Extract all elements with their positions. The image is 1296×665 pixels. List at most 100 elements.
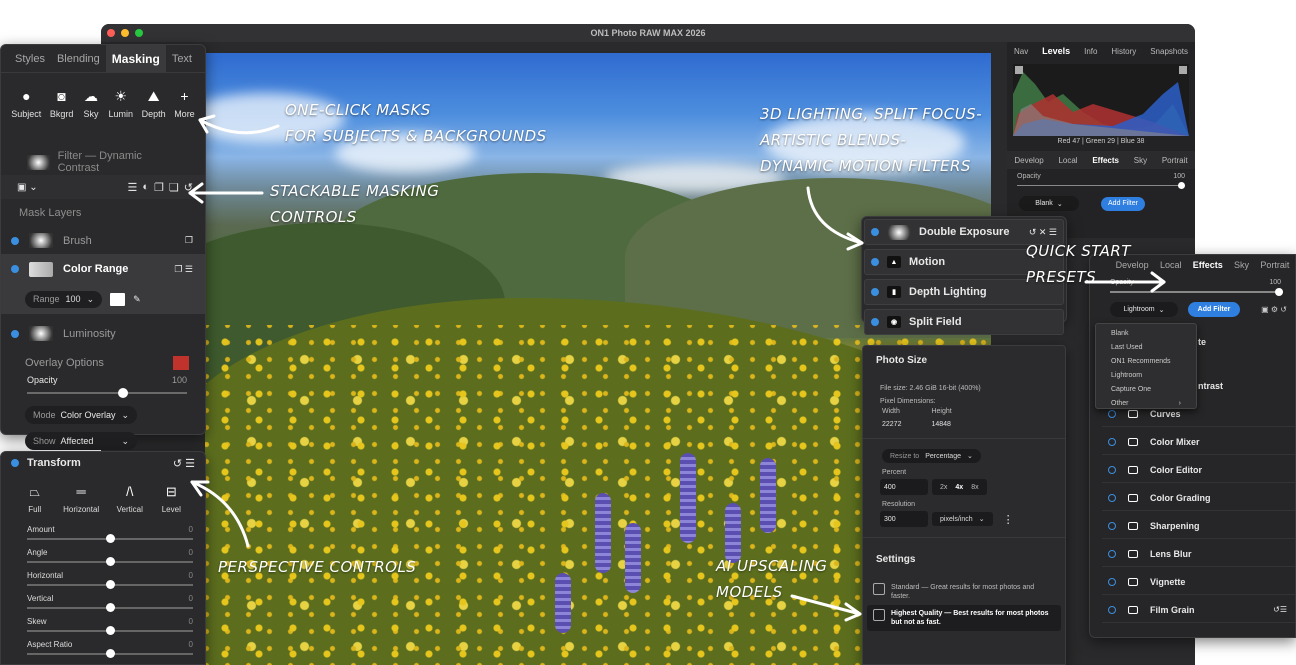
slider-knob[interactable]: [106, 649, 115, 658]
filter-toggle[interactable]: [1108, 493, 1116, 502]
shadow-clip-icon[interactable]: [1015, 66, 1023, 74]
filter-toggle[interactable]: [1108, 577, 1116, 586]
opacity-slider[interactable]: [1110, 288, 1283, 296]
tab-text[interactable]: Text: [166, 45, 198, 73]
scale-4x[interactable]: 4x: [955, 484, 963, 491]
slider-knob[interactable]: [1178, 182, 1185, 189]
paste-icon[interactable]: ❏: [169, 181, 179, 194]
range-select[interactable]: Range 100 ⌄: [25, 290, 103, 308]
filter-item-sharpening[interactable]: Sharpening: [1102, 513, 1295, 539]
opacity-slider[interactable]: [1017, 182, 1185, 190]
transform-full-button[interactable]: ⏢ Full: [24, 484, 46, 514]
mask-layer-brush[interactable]: Brush ❐: [1, 227, 205, 254]
highlight-clip-icon[interactable]: [1179, 66, 1187, 74]
reset-icon[interactable]: ↺ ☰: [173, 457, 195, 470]
percent-input[interactable]: 400: [880, 479, 928, 495]
transform-level-button[interactable]: ⊟ Level: [160, 484, 182, 514]
layer-options-icon[interactable]: ❐ ☰: [174, 264, 193, 275]
menu-item-on1-recommends[interactable]: ON1 Recommends: [1096, 355, 1196, 369]
standard-quality-option[interactable]: Standard — Great results for most photos…: [867, 579, 1061, 605]
preset-select[interactable]: Blank ⌄: [1019, 196, 1079, 211]
slider-knob[interactable]: [1275, 288, 1283, 296]
reset-icon[interactable]: ↺: [184, 181, 193, 194]
layer-visibility-toggle[interactable]: [11, 236, 19, 245]
param-slider[interactable]: [27, 603, 193, 612]
filter-toggle[interactable]: [1108, 605, 1116, 614]
tab-blending[interactable]: Blending: [51, 45, 106, 73]
copy-icon[interactable]: ❐: [154, 181, 164, 194]
filter-toggle[interactable]: [1108, 465, 1116, 474]
scale-2x[interactable]: 2x: [940, 484, 947, 491]
mask-layer-color-range[interactable]: Color Range ❐ ☰: [1, 254, 205, 284]
tab-info[interactable]: Info: [1084, 47, 1097, 56]
mask-view-select[interactable]: ▣ ⌄: [17, 182, 38, 193]
scale-8x[interactable]: 8x: [971, 484, 978, 491]
sky-mask-button[interactable]: ☁ Sky: [82, 87, 100, 145]
tab-sky[interactable]: Sky: [1234, 260, 1249, 270]
tab-portrait[interactable]: Portrait: [1260, 260, 1289, 270]
transform-horizontal-button[interactable]: ═ Horizontal: [63, 484, 99, 514]
slider-knob[interactable]: [106, 603, 115, 612]
param-slider[interactable]: [27, 534, 193, 543]
invert-icon[interactable]: ◐: [142, 181, 149, 194]
tab-local[interactable]: Local: [1058, 156, 1077, 165]
filter-toggle[interactable]: [871, 288, 879, 296]
filter-split-field[interactable]: ◉ Split Field: [864, 309, 1064, 335]
tab-snapshots[interactable]: Snapshots: [1150, 47, 1188, 56]
layer-visibility-toggle[interactable]: [11, 329, 19, 338]
resize-select[interactable]: Resize to Percentage ⌄: [882, 449, 981, 463]
slider-knob[interactable]: [118, 388, 128, 398]
filter-row[interactable]: Filter — Dynamic Contrast: [1, 149, 205, 175]
filter-item-color-grading[interactable]: Color Grading: [1102, 485, 1295, 511]
filter-toggle[interactable]: [871, 258, 879, 266]
filter-toggle[interactable]: [1108, 521, 1116, 530]
panel-options-icon[interactable]: ▣ ⚙ ↺: [1261, 305, 1287, 314]
filter-toggle[interactable]: [871, 228, 879, 236]
filter-item-lens-blur[interactable]: Lens Blur: [1102, 541, 1295, 567]
param-slider[interactable]: [27, 580, 193, 589]
add-filter-button[interactable]: Add Filter: [1188, 302, 1240, 317]
tab-masking[interactable]: Masking: [105, 44, 166, 73]
menu-item-last-used[interactable]: Last Used: [1096, 341, 1196, 355]
depth-mask-button[interactable]: ⛰ Depth: [142, 87, 166, 145]
slider-knob[interactable]: [106, 557, 115, 566]
tab-develop[interactable]: Develop: [1014, 156, 1043, 165]
add-filter-button[interactable]: Add Filter: [1101, 196, 1145, 211]
tab-styles[interactable]: Styles: [9, 45, 51, 73]
tab-nav[interactable]: Nav: [1014, 47, 1028, 56]
menu-item-capture-one[interactable]: Capture One: [1096, 383, 1196, 397]
filter-item-vignette[interactable]: Vignette: [1102, 569, 1295, 595]
adjust-icon[interactable]: ☰: [128, 181, 138, 194]
filter-item-film-grain[interactable]: Film Grain ↺☰: [1102, 597, 1295, 623]
overlay-color-swatch[interactable]: [173, 356, 189, 370]
filter-toggle[interactable]: [1108, 437, 1116, 446]
menu-item-lightroom[interactable]: Lightroom: [1096, 369, 1196, 383]
subject-mask-button[interactable]: ● Subject: [11, 87, 41, 145]
tab-effects[interactable]: Effects: [1193, 260, 1223, 270]
preset-select[interactable]: Lightroom ⌄: [1110, 302, 1178, 317]
background-mask-button[interactable]: ◙ Bkgrd: [50, 87, 74, 145]
mask-layer-luminosity[interactable]: Luminosity: [1, 320, 205, 347]
menu-item-other[interactable]: Other ›: [1096, 397, 1196, 411]
tab-portrait[interactable]: Portrait: [1162, 156, 1188, 165]
filter-toggle[interactable]: [1108, 549, 1116, 558]
param-slider[interactable]: [27, 557, 193, 566]
layer-visibility-toggle[interactable]: [11, 265, 19, 273]
tab-history[interactable]: History: [1111, 47, 1136, 56]
tab-sky[interactable]: Sky: [1134, 156, 1147, 165]
transform-vertical-button[interactable]: /\ Vertical: [117, 484, 143, 514]
filter-item-color-mixer[interactable]: Color Mixer: [1102, 429, 1295, 455]
filter-toggle[interactable]: [871, 318, 879, 326]
show-select[interactable]: Show Affected ⌄: [25, 432, 137, 450]
more-options-icon[interactable]: ⋮: [1003, 513, 1014, 526]
resolution-input[interactable]: 300: [880, 511, 928, 527]
menu-item-blank[interactable]: Blank: [1096, 327, 1196, 341]
param-slider[interactable]: [27, 649, 193, 658]
filter-options-icon[interactable]: ↺ ✕ ☰: [1029, 227, 1057, 238]
layer-options-icon[interactable]: ❐: [185, 235, 193, 246]
resolution-unit-select[interactable]: pixels/inch ⌄: [932, 512, 993, 526]
tab-effects[interactable]: Effects: [1092, 156, 1119, 165]
eyedropper-icon[interactable]: ✎: [133, 294, 141, 305]
slider-knob[interactable]: [106, 534, 115, 543]
more-masks-button[interactable]: + More: [174, 87, 195, 145]
